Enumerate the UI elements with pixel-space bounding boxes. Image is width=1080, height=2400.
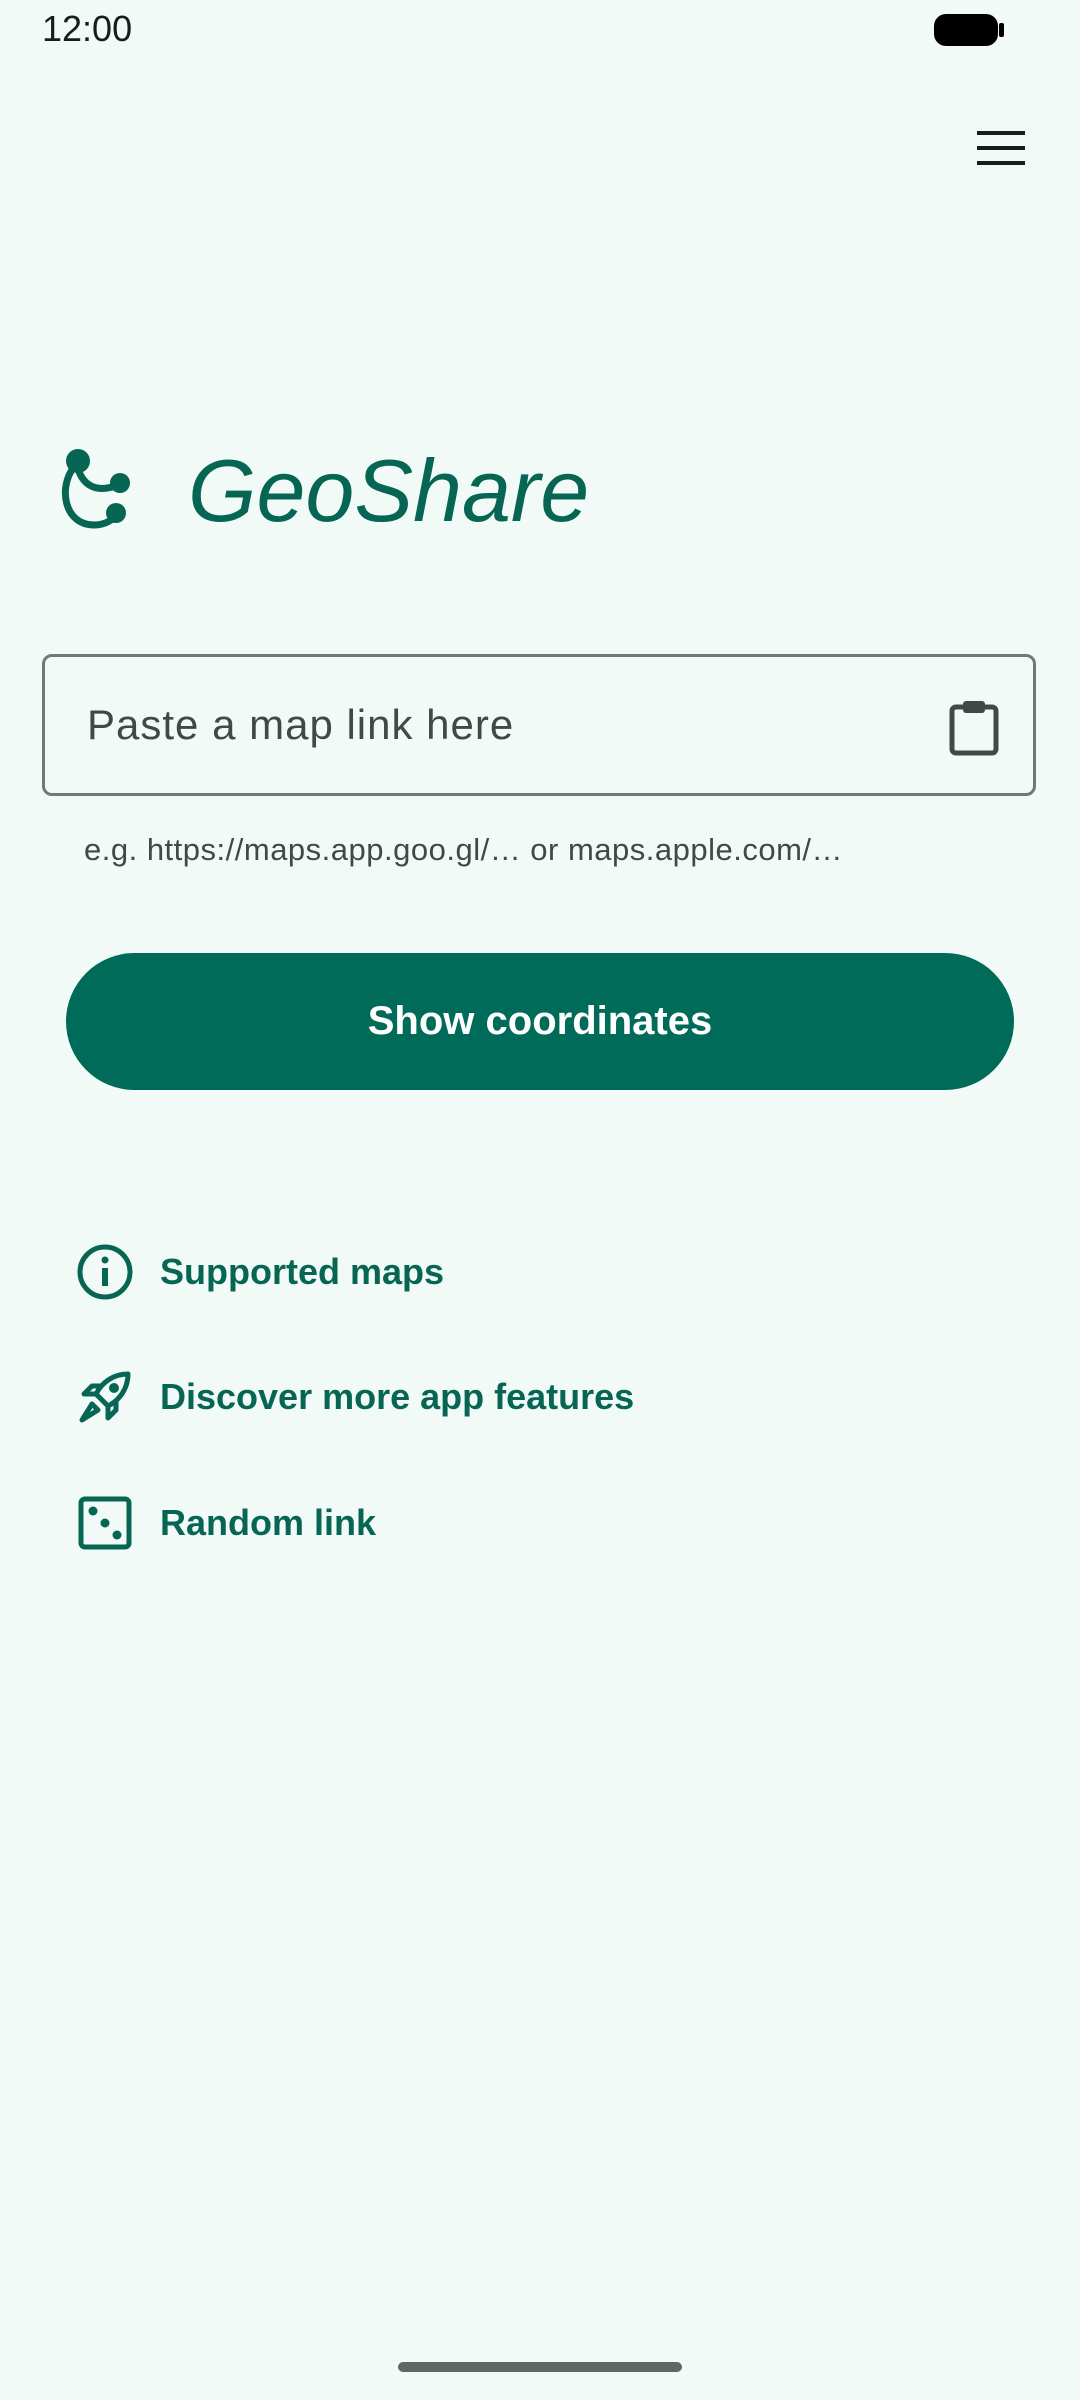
app-title: GeoShare [188, 441, 590, 540]
discover-features-link[interactable]: Discover more app features [72, 1364, 634, 1430]
random-link[interactable]: Random link [72, 1490, 376, 1556]
map-link-input[interactable] [85, 674, 909, 776]
paste-button[interactable] [939, 693, 1009, 763]
status-bar: 12:00 [0, 0, 1080, 60]
random-link-label: Random link [160, 1502, 377, 1543]
rocket-icon [72, 1364, 138, 1430]
info-icon [72, 1239, 138, 1305]
supported-maps-link[interactable]: Supported maps [72, 1239, 444, 1305]
clipboard-icon [949, 701, 999, 756]
show-coordinates-button[interactable]: Show coordinates [66, 953, 1014, 1090]
input-hint-text: e.g. https://maps.app.goo.gl/… or maps.a… [84, 832, 844, 867]
status-time: 12:00 [42, 8, 133, 49]
discover-features-label: Discover more app features [160, 1376, 635, 1417]
hamburger-menu-icon [977, 131, 1025, 165]
home-indicator[interactable] [398, 2362, 682, 2372]
menu-button[interactable] [955, 112, 1047, 184]
supported-maps-label: Supported maps [160, 1251, 445, 1292]
battery-icon [934, 14, 1004, 46]
dice-icon [72, 1490, 138, 1556]
geoshare-logo-icon [61, 449, 130, 529]
map-link-field [42, 654, 1036, 796]
app-header: GeoShare [54, 440, 589, 542]
